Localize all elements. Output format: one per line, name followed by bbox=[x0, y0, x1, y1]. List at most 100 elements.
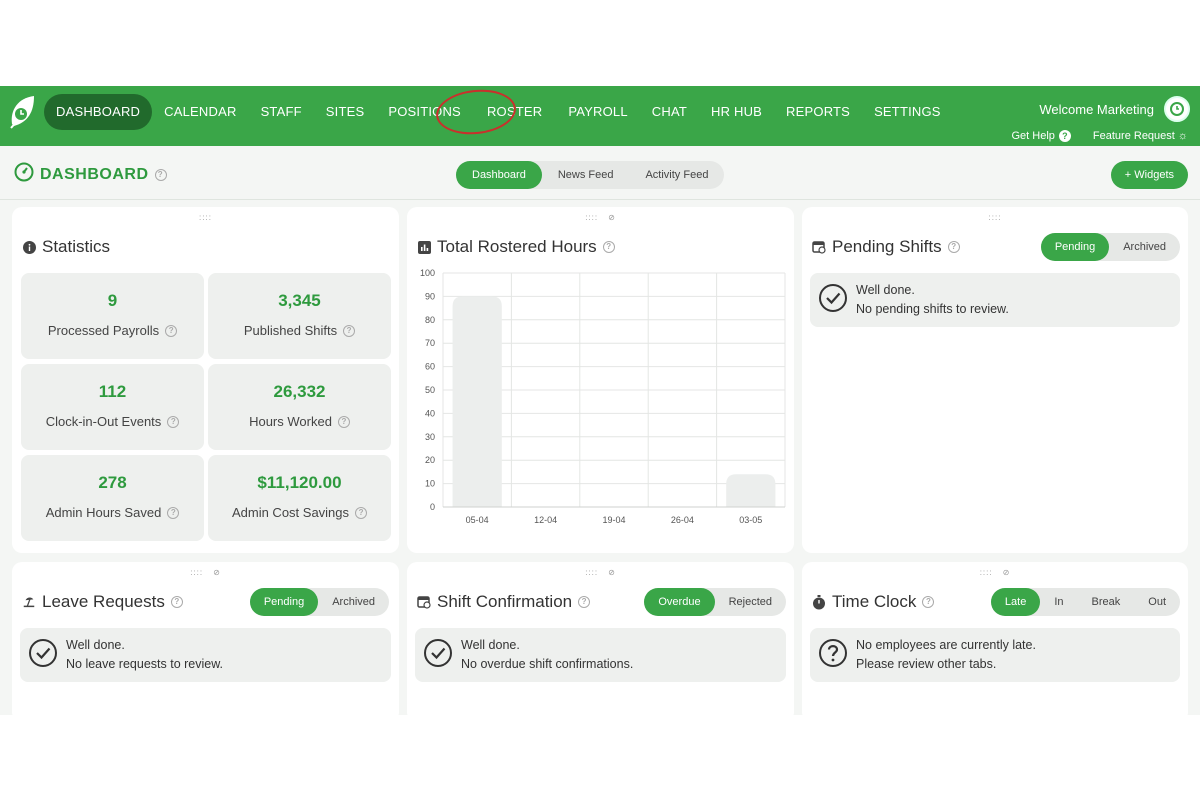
stat-clock-in-out-events: 112 Clock-in-Out Events? bbox=[21, 364, 204, 450]
hide-eye-icon[interactable]: ⊘ bbox=[1003, 568, 1011, 577]
leave-requests-card: :::: ⊘ Leave Requests ? Pending Archived… bbox=[12, 562, 399, 715]
tab-late[interactable]: Late bbox=[990, 588, 1041, 616]
drag-handle-icon[interactable]: :::: bbox=[199, 213, 212, 222]
check-circle-icon bbox=[28, 638, 58, 673]
get-help-link[interactable]: Get Help? bbox=[1011, 130, 1071, 142]
rostered-hours-card: :::: ⊘ Total Rostered Hours ? 0 10 20 30 40 5… bbox=[407, 207, 794, 553]
nav-roster[interactable]: ROSTER bbox=[473, 94, 556, 130]
nav-reports[interactable]: REPORTS bbox=[774, 94, 862, 130]
help-icon[interactable]: ? bbox=[167, 506, 180, 519]
tab-activity-feed[interactable]: Activity Feed bbox=[629, 161, 724, 189]
help-icon[interactable]: ? bbox=[355, 506, 368, 519]
speedometer-icon bbox=[14, 162, 34, 187]
tab-overdue[interactable]: Overdue bbox=[644, 588, 715, 616]
feature-request-link[interactable]: Feature Request ☼ bbox=[1093, 130, 1188, 142]
bar-chart-icon bbox=[417, 240, 431, 254]
time-clock-tabs: Late In Break Out bbox=[990, 588, 1180, 616]
main-nav: DASHBOARD CALENDAR STAFF SITES POSITIONS… bbox=[44, 94, 953, 130]
page-title: DASHBOARD ? bbox=[14, 162, 167, 187]
app-window: DASHBOARD CALENDAR STAFF SITES POSITIONS… bbox=[0, 86, 1200, 715]
help-icon[interactable]: ? bbox=[170, 596, 183, 608]
time-clock-card: :::: ⊘ Time Clock ? Late In Break Out No… bbox=[802, 562, 1188, 715]
hide-eye-icon[interactable]: ⊘ bbox=[608, 568, 616, 577]
x-tick-label: 19-04 bbox=[602, 515, 625, 525]
statistics-title: Statistics bbox=[22, 237, 110, 257]
user-avatar[interactable] bbox=[1164, 96, 1190, 122]
help-icon[interactable]: ? bbox=[167, 415, 180, 428]
calendar-check-icon bbox=[417, 595, 431, 609]
page-header: DASHBOARD ? Dashboard News Feed Activity… bbox=[0, 146, 1200, 200]
drag-handle-icon[interactable]: :::: bbox=[989, 213, 1002, 222]
rostered-hours-chart: 0 10 20 30 40 50 60 70 80 90 100 05-04 12-04 19-04 26-… bbox=[420, 268, 786, 525]
bar bbox=[452, 296, 502, 507]
info-icon bbox=[22, 240, 36, 254]
pending-shifts-title: Pending Shifts ? bbox=[812, 237, 960, 257]
pending-shifts-message: Well done. No pending shifts to review. bbox=[810, 273, 1180, 327]
leave-requests-title: Leave Requests ? bbox=[22, 592, 183, 612]
calendar-clock-icon bbox=[812, 240, 826, 254]
drag-handle-icon[interactable]: :::: ⊘ bbox=[585, 213, 616, 222]
tab-news-feed[interactable]: News Feed bbox=[542, 161, 630, 189]
tab-archived[interactable]: Archived bbox=[1109, 233, 1180, 261]
drag-handle-icon[interactable]: :::: ⊘ bbox=[980, 568, 1011, 577]
tab-archived[interactable]: Archived bbox=[318, 588, 389, 616]
y-tick-label: 90 bbox=[425, 291, 435, 301]
help-icon[interactable]: ? bbox=[602, 241, 615, 253]
nav-settings[interactable]: SETTINGS bbox=[862, 94, 953, 130]
nav-hr-hub[interactable]: HR HUB bbox=[699, 94, 774, 130]
y-tick-label: 20 bbox=[425, 455, 435, 465]
app-logo-icon[interactable] bbox=[8, 94, 36, 132]
y-tick-label: 80 bbox=[425, 315, 435, 325]
nav-dashboard[interactable]: DASHBOARD bbox=[44, 94, 153, 130]
help-icon[interactable]: ? bbox=[165, 324, 178, 337]
hide-eye-icon[interactable]: ⊘ bbox=[608, 213, 616, 222]
stopwatch-icon bbox=[812, 594, 826, 609]
tab-dashboard[interactable]: Dashboard bbox=[456, 161, 542, 189]
nav-calendar[interactable]: CALENDAR bbox=[152, 94, 248, 130]
help-icon[interactable]: ? bbox=[947, 241, 960, 253]
drag-handle-icon[interactable]: :::: ⊘ bbox=[190, 568, 221, 577]
x-tick-label: 03-05 bbox=[739, 515, 762, 525]
tab-pending[interactable]: Pending bbox=[1040, 233, 1110, 261]
nav-staff[interactable]: STAFF bbox=[249, 94, 314, 130]
y-tick-label: 50 bbox=[425, 385, 435, 395]
y-tick-label: 70 bbox=[425, 338, 435, 348]
y-tick-label: 40 bbox=[425, 408, 435, 418]
tab-in[interactable]: In bbox=[1040, 588, 1077, 616]
stat-admin-hours-saved: 278 Admin Hours Saved? bbox=[21, 455, 204, 541]
x-tick-label: 26-04 bbox=[671, 515, 694, 525]
lightbulb-icon: ☼ bbox=[1177, 130, 1188, 142]
pending-shifts-tabs: Pending Archived bbox=[1040, 233, 1180, 261]
help-icon[interactable]: ? bbox=[578, 596, 591, 608]
hide-eye-icon[interactable]: ⊘ bbox=[213, 568, 221, 577]
help-icon[interactable]: ? bbox=[154, 168, 167, 181]
x-tick-label: 05-04 bbox=[466, 515, 489, 525]
view-switcher: Dashboard News Feed Activity Feed bbox=[456, 161, 725, 189]
leave-requests-message: Well done. No leave requests to review. bbox=[20, 628, 391, 682]
nav-payroll[interactable]: PAYROLL bbox=[556, 94, 639, 130]
tab-pending[interactable]: Pending bbox=[249, 588, 319, 616]
stat-published-shifts: 3,345 Published Shifts? bbox=[208, 273, 391, 359]
pending-shifts-card: :::: Pending Shifts ? Pending Archived W… bbox=[802, 207, 1188, 553]
help-icon[interactable]: ? bbox=[337, 415, 350, 428]
nav-chat[interactable]: CHAT bbox=[640, 94, 699, 130]
y-tick-label: 60 bbox=[425, 362, 435, 372]
question-icon: ? bbox=[1058, 130, 1071, 142]
check-circle-icon bbox=[423, 638, 453, 673]
stat-processed-payrolls: 9 Processed Payrolls? bbox=[21, 273, 204, 359]
add-widgets-button[interactable]: + Widgets bbox=[1110, 161, 1188, 189]
nav-positions[interactable]: POSITIONS bbox=[376, 94, 473, 130]
nav-sites[interactable]: SITES bbox=[314, 94, 377, 130]
shift-confirmation-card: :::: ⊘ Shift Confirmation ? Overdue Reje… bbox=[407, 562, 794, 715]
tab-break[interactable]: Break bbox=[1078, 588, 1135, 616]
time-clock-message: No employees are currently late. Please r… bbox=[810, 628, 1180, 682]
drag-handle-icon[interactable]: :::: ⊘ bbox=[585, 568, 616, 577]
help-icon[interactable]: ? bbox=[343, 324, 356, 337]
help-icon[interactable]: ? bbox=[922, 596, 935, 608]
rostered-hours-title: Total Rostered Hours ? bbox=[417, 237, 615, 257]
tab-rejected[interactable]: Rejected bbox=[715, 588, 786, 616]
question-circle-icon bbox=[818, 638, 848, 673]
tab-out[interactable]: Out bbox=[1134, 588, 1180, 616]
stat-admin-cost-savings: $11,120.00 Admin Cost Savings? bbox=[208, 455, 391, 541]
check-circle-icon bbox=[818, 283, 848, 318]
